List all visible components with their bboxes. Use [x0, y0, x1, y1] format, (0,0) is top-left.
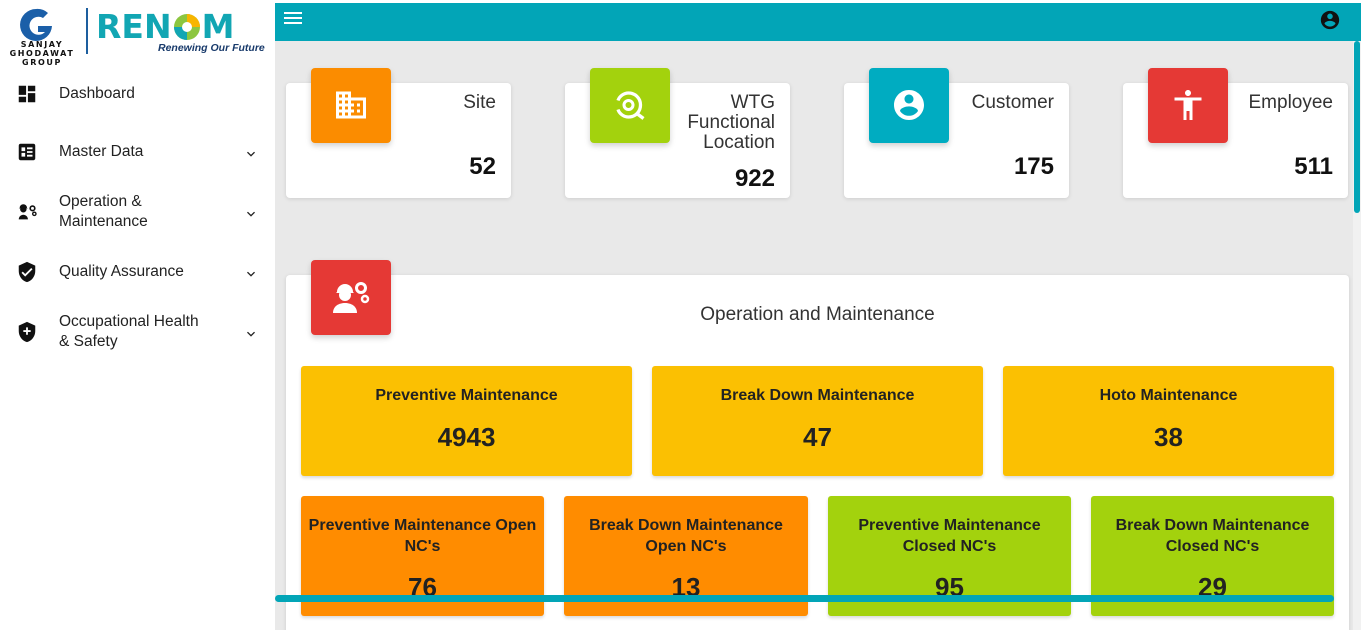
sidebar-item-label: Operation & Maintenance	[59, 193, 148, 230]
stat-card-customer[interactable]: Customer 175	[844, 68, 1069, 198]
brand-tagline: Renewing Our Future	[158, 42, 265, 54]
renom-logo-text: REN	[96, 7, 172, 46]
sidebar-item-master-data[interactable]: Master Data	[0, 132, 275, 192]
tile-value: 4943	[437, 422, 496, 452]
horizontal-scrollbar[interactable]	[275, 595, 1334, 602]
tile-label: Hoto Maintenance	[1099, 387, 1238, 404]
sidebar-item-dashboard[interactable]: Dashboard	[0, 72, 275, 132]
operation-maintenance-panel: Operation and Maintenance Preventive Mai…	[286, 260, 1349, 630]
tile-label: Break Down Maintenance Open NC's	[589, 517, 783, 555]
stat-card-employee[interactable]: Employee 511	[1123, 68, 1348, 198]
tile-hoto-maintenance[interactable]: Hoto Maintenance 38	[1003, 366, 1334, 476]
building-icon	[336, 91, 366, 119]
stat-label: Employee	[1248, 92, 1334, 113]
sidebar-item-operation-maintenance[interactable]: Operation & Maintenance	[0, 192, 275, 252]
stat-icon-box	[1148, 68, 1228, 143]
tile-value: 47	[803, 422, 832, 452]
sun-logo-icon	[172, 12, 202, 42]
sidebar-item-occupational-health-safety[interactable]: Occupational Health & Safety	[0, 312, 275, 372]
top-bar	[275, 3, 1361, 41]
stat-card-wtg[interactable]: WTG Functional Location 922	[565, 68, 790, 198]
scrollbar-thumb[interactable]	[1354, 41, 1360, 213]
stat-value: 175	[1013, 153, 1054, 180]
sidebar-item-label: Master Data	[59, 143, 144, 160]
wind-turbine-icon	[616, 91, 645, 120]
dashboard-main: Site 52 WTG Functional Location 922 Cust…	[275, 41, 1353, 630]
renom-logo-text-end: M	[201, 7, 235, 46]
stat-value: 511	[1294, 153, 1333, 180]
stat-value: 922	[734, 165, 775, 192]
shield-check-icon	[18, 261, 36, 283]
tile-label: Preventive Maintenance Open NC's	[308, 517, 537, 555]
account-circle-icon[interactable]	[1319, 9, 1341, 31]
renom-logo: REN M	[96, 10, 234, 44]
accessibility-icon	[1174, 90, 1202, 120]
sidebar-item-label: Dashboard	[59, 85, 135, 102]
stat-icon-box	[590, 68, 670, 143]
stat-card-site[interactable]: Site 52	[286, 68, 511, 198]
tile-preventive-maintenance[interactable]: Preventive Maintenance 4943	[301, 366, 632, 476]
group-logo-icon	[20, 8, 52, 41]
stat-icon-box	[869, 68, 949, 143]
app-root: SANJAY GHODAWAT GROUP REN M Renewing Our …	[0, 0, 1361, 630]
person-circle-icon	[894, 90, 924, 120]
hamburger-icon[interactable]	[284, 12, 302, 26]
logo-divider	[86, 8, 88, 54]
stat-label: Customer	[971, 92, 1054, 113]
engineer-gear-icon	[18, 204, 37, 220]
stat-icon-box	[311, 68, 391, 143]
tile-label: Break Down Maintenance	[720, 387, 915, 404]
tile-label: Preventive Maintenance Closed NC's	[858, 517, 1041, 555]
stat-label: WTG Functional Location	[687, 92, 775, 153]
group-name: SANJAY GHODAWAT GROUP	[9, 40, 75, 67]
tile-value: 38	[1154, 422, 1183, 452]
chevron-down-icon[interactable]	[243, 266, 259, 282]
brand-logo[interactable]: SANJAY GHODAWAT GROUP REN M Renewing Our …	[0, 0, 275, 67]
sidebar-item-label: Occupational Health & Safety	[59, 313, 199, 350]
sidebar: SANJAY GHODAWAT GROUP REN M Renewing Our …	[0, 0, 275, 630]
tile-label: Preventive Maintenance	[375, 387, 558, 404]
stat-value: 52	[469, 153, 496, 180]
stat-label: Site	[463, 92, 496, 113]
chevron-down-icon[interactable]	[243, 146, 259, 162]
dashboard-icon	[18, 85, 36, 103]
master-data-icon	[18, 143, 36, 161]
tile-label: Break Down Maintenance Closed NC's	[1115, 517, 1310, 555]
sidebar-item-quality-assurance[interactable]: Quality Assurance	[0, 252, 275, 312]
vertical-scrollbar[interactable]	[1353, 41, 1361, 630]
chevron-down-icon[interactable]	[243, 326, 259, 342]
shield-plus-icon	[18, 321, 36, 343]
tile-break-down-maintenance[interactable]: Break Down Maintenance 47	[652, 366, 983, 476]
sidebar-item-label: Quality Assurance	[59, 263, 184, 280]
sidebar-nav: Dashboard Master Data Operation & Mainte…	[0, 72, 275, 372]
chevron-down-icon[interactable]	[243, 206, 259, 222]
om-title: Operation and Maintenance	[700, 304, 935, 325]
